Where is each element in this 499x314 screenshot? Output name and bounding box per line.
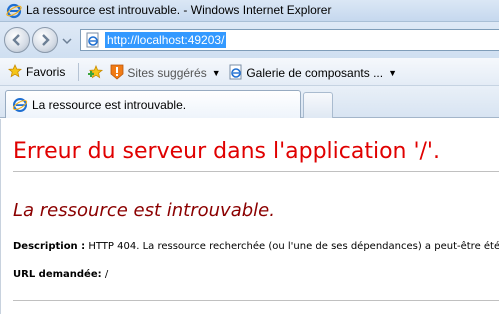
divider: [13, 300, 499, 301]
forward-button[interactable]: [32, 27, 58, 53]
new-tab-button[interactable]: [303, 92, 333, 118]
back-arrow-icon: [12, 34, 20, 46]
add-favorite-icon: [88, 64, 104, 79]
url-text[interactable]: http://localhost:49203/: [105, 32, 227, 48]
forward-arrow-icon: [42, 34, 50, 46]
description-text: HTTP 404. La ressource recherchée (ou l'…: [88, 241, 499, 252]
divider: [13, 171, 499, 172]
chevron-down-icon: ▼: [211, 68, 221, 78]
chevron-down-icon: ▼: [388, 68, 397, 78]
favorites-bar: Favoris Sites suggérés ▼ Galerie de compo…: [0, 58, 499, 86]
navigation-bar: http://localhost:49203/: [0, 22, 499, 58]
error-description: Description : HTTP 404. La ressource rec…: [13, 241, 499, 252]
page-content: Erreur du serveur dans l'application '/'…: [0, 119, 499, 314]
address-bar[interactable]: http://localhost:49203/: [80, 29, 499, 51]
divider: [78, 63, 79, 81]
internet-explorer-icon: [6, 3, 22, 22]
component-gallery-label: Galerie de composants ...: [246, 66, 384, 80]
window-title: La ressource est introuvable. - Windows …: [26, 3, 332, 17]
requested-url-label: URL demandée:: [13, 269, 102, 280]
tab-current[interactable]: La ressource est introuvable.: [5, 90, 301, 118]
error-heading: Erreur du serveur dans l'application '/'…: [13, 139, 440, 164]
title-bar: La ressource est introuvable. - Windows …: [0, 0, 499, 22]
error-subheading: La ressource est introuvable.: [13, 200, 275, 221]
page-icon: [229, 64, 242, 80]
favorites-label: Favoris: [26, 65, 66, 79]
suggested-sites-button[interactable]: Sites suggérés ▼: [110, 64, 221, 80]
description-label: Description :: [13, 241, 86, 252]
requested-url-value: /: [104, 269, 109, 280]
page-icon: [85, 32, 101, 51]
star-icon: [7, 64, 23, 78]
add-to-favorites-button[interactable]: [88, 64, 104, 80]
requested-url: URL demandée: /: [13, 269, 108, 280]
tab-strip: La ressource est introuvable.: [0, 86, 499, 118]
suggested-sites-label: Sites suggérés: [127, 66, 207, 80]
recent-pages-dropdown-icon[interactable]: [62, 36, 72, 46]
suggested-sites-icon: [110, 64, 124, 80]
page-icon: [12, 97, 28, 116]
component-gallery-button[interactable]: Galerie de composants ... ▼: [229, 64, 397, 80]
back-button[interactable]: [4, 27, 30, 53]
favorites-button[interactable]: Favoris: [7, 64, 66, 80]
tab-label: La ressource est introuvable.: [32, 98, 187, 112]
